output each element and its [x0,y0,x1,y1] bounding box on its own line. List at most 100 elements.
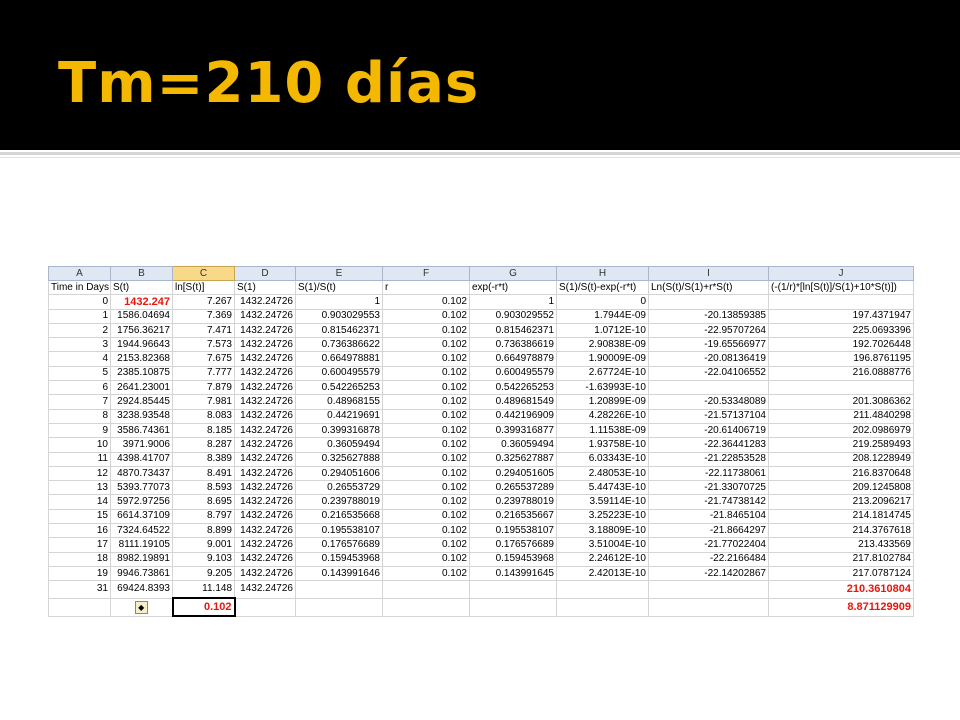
cell[interactable]: 0.600495579 [469,365,557,382]
cell[interactable]: 0.815462371 [469,322,557,339]
cell[interactable]: 0.542265253 [469,380,557,396]
cell[interactable]: 1432.24726 [234,322,296,339]
cell[interactable]: 0.265537289 [469,480,557,496]
cell[interactable]: 1432.24726 [234,351,296,367]
cell[interactable]: 3 [48,337,111,353]
cell[interactable]: 0.216535668 [295,508,383,525]
column-letter-f[interactable]: F [382,266,470,281]
cell[interactable] [768,294,914,310]
cell[interactable]: 11 [48,451,111,467]
cell[interactable]: 0.102 [382,480,470,496]
cell[interactable]: 6 [48,380,111,396]
cell[interactable]: 3586.74361 [110,422,173,439]
cell[interactable]: 214.3767618 [768,523,914,539]
cell[interactable]: 8.287 [172,437,235,453]
cell[interactable]: 1432.24726 [234,537,296,553]
cell[interactable]: 1.20899E-09 [556,394,649,410]
cell[interactable]: 211.4840298 [768,408,914,424]
cell[interactable]: 0.903029552 [469,308,557,324]
cell[interactable]: 8.695 [172,494,235,510]
cell[interactable]: 213.433569 [768,537,914,553]
cell[interactable] [295,597,383,617]
cell[interactable]: 219.2589493 [768,437,914,453]
cell[interactable] [469,580,557,599]
cell[interactable]: 8.797 [172,508,235,525]
cell[interactable]: 7.267 [172,294,235,310]
cell[interactable]: 3.25223E-10 [556,508,649,525]
cell[interactable]: 0.102 [382,322,470,339]
cell[interactable]: -22.95707264 [648,322,769,339]
cell[interactable]: 1432.24726 [234,437,296,453]
cell[interactable]: 0.102 [382,294,470,310]
cell[interactable]: 1432.24726 [234,508,296,525]
cell[interactable]: 6614.37109 [110,508,173,525]
cell[interactable]: 0 [556,294,649,310]
header-cell[interactable]: Time in Days [48,279,111,296]
cell[interactable]: 14 [48,494,111,510]
column-letter-e[interactable]: E [295,266,383,281]
cell[interactable]: -21.74738142 [648,494,769,510]
cell[interactable]: 13 [48,480,111,496]
cell[interactable]: 192.7026448 [768,337,914,353]
cell[interactable]: 8111.19105 [110,537,173,553]
cell[interactable]: 1944.96643 [110,337,173,353]
cell[interactable]: 0.664978879 [469,351,557,367]
column-letter-b[interactable]: B [110,266,173,281]
cell[interactable]: 5972.97256 [110,494,173,510]
cell[interactable]: 19 [48,565,111,582]
cell[interactable]: 210.3610804 [768,580,914,599]
cell[interactable]: -21.8465104 [648,508,769,525]
cell[interactable]: 8.871129909 [768,597,914,617]
header-cell[interactable]: S(1)/S(t)-exp(-r*t) [556,279,649,296]
cell[interactable]: 0.736386619 [469,337,557,353]
cell[interactable]: 0.399316878 [295,422,383,439]
cell[interactable]: 6.03343E-10 [556,451,649,467]
cell[interactable]: -21.33070725 [648,480,769,496]
cell[interactable]: 1.0712E-10 [556,322,649,339]
cell[interactable]: 18 [48,551,111,567]
cell[interactable]: 1432.24726 [234,565,296,582]
cell[interactable]: 0.102 [171,597,236,618]
cell[interactable]: 0.102 [382,465,470,482]
cell[interactable]: 2.90838E-09 [556,337,649,353]
cell[interactable]: 1432.24726 [234,294,296,310]
cell[interactable]: 0.102 [382,422,470,439]
cell[interactable]: 7 [48,394,111,410]
cell[interactable]: 1 [469,294,557,310]
column-letter-c[interactable]: C [172,266,235,281]
cell[interactable]: 0.195538107 [295,523,383,539]
cell[interactable]: 1432.24726 [234,337,296,353]
cell[interactable]: 2.48053E-10 [556,465,649,482]
cell[interactable]: 0.325627888 [295,451,383,467]
cell[interactable]: 1.93758E-10 [556,437,649,453]
cell[interactable]: 0.102 [382,494,470,510]
cell[interactable]: 9.205 [172,565,235,582]
cell[interactable]: 2641.23001 [110,380,173,396]
cell[interactable]: 202.0986979 [768,422,914,439]
cell[interactable]: 1.90009E-09 [556,351,649,367]
cell[interactable]: 1586.04694 [110,308,173,324]
cell[interactable]: 0.102 [382,451,470,467]
cell[interactable]: -21.8664297 [648,523,769,539]
cell[interactable]: 0.903029553 [295,308,383,324]
cell[interactable]: -22.11738061 [648,465,769,482]
cell[interactable]: 7.675 [172,351,235,367]
cell[interactable]: 4398.41707 [110,451,173,467]
header-cell[interactable]: Ln(S(t)/S(1)+r*S(t) [648,279,769,296]
cell[interactable]: 213.2096217 [768,494,914,510]
cell[interactable]: 7.777 [172,365,235,382]
cell[interactable]: 0.159453968 [469,551,557,567]
cell[interactable]: 0.102 [382,523,470,539]
header-cell[interactable]: S(1)/S(t) [295,279,383,296]
cell[interactable]: 3.18809E-10 [556,523,649,539]
cell[interactable]: 0.195538107 [469,523,557,539]
cell[interactable]: 2153.82368 [110,351,173,367]
cell[interactable]: 0.542265253 [295,380,383,396]
cell[interactable]: 7.879 [172,380,235,396]
cell[interactable]: 208.1228949 [768,451,914,467]
column-letter-g[interactable]: G [469,266,557,281]
cell[interactable]: 8.899 [172,523,235,539]
cell[interactable]: 7.369 [172,308,235,324]
cell[interactable]: 9.103 [172,551,235,567]
cell[interactable]: 0.239788019 [295,494,383,510]
